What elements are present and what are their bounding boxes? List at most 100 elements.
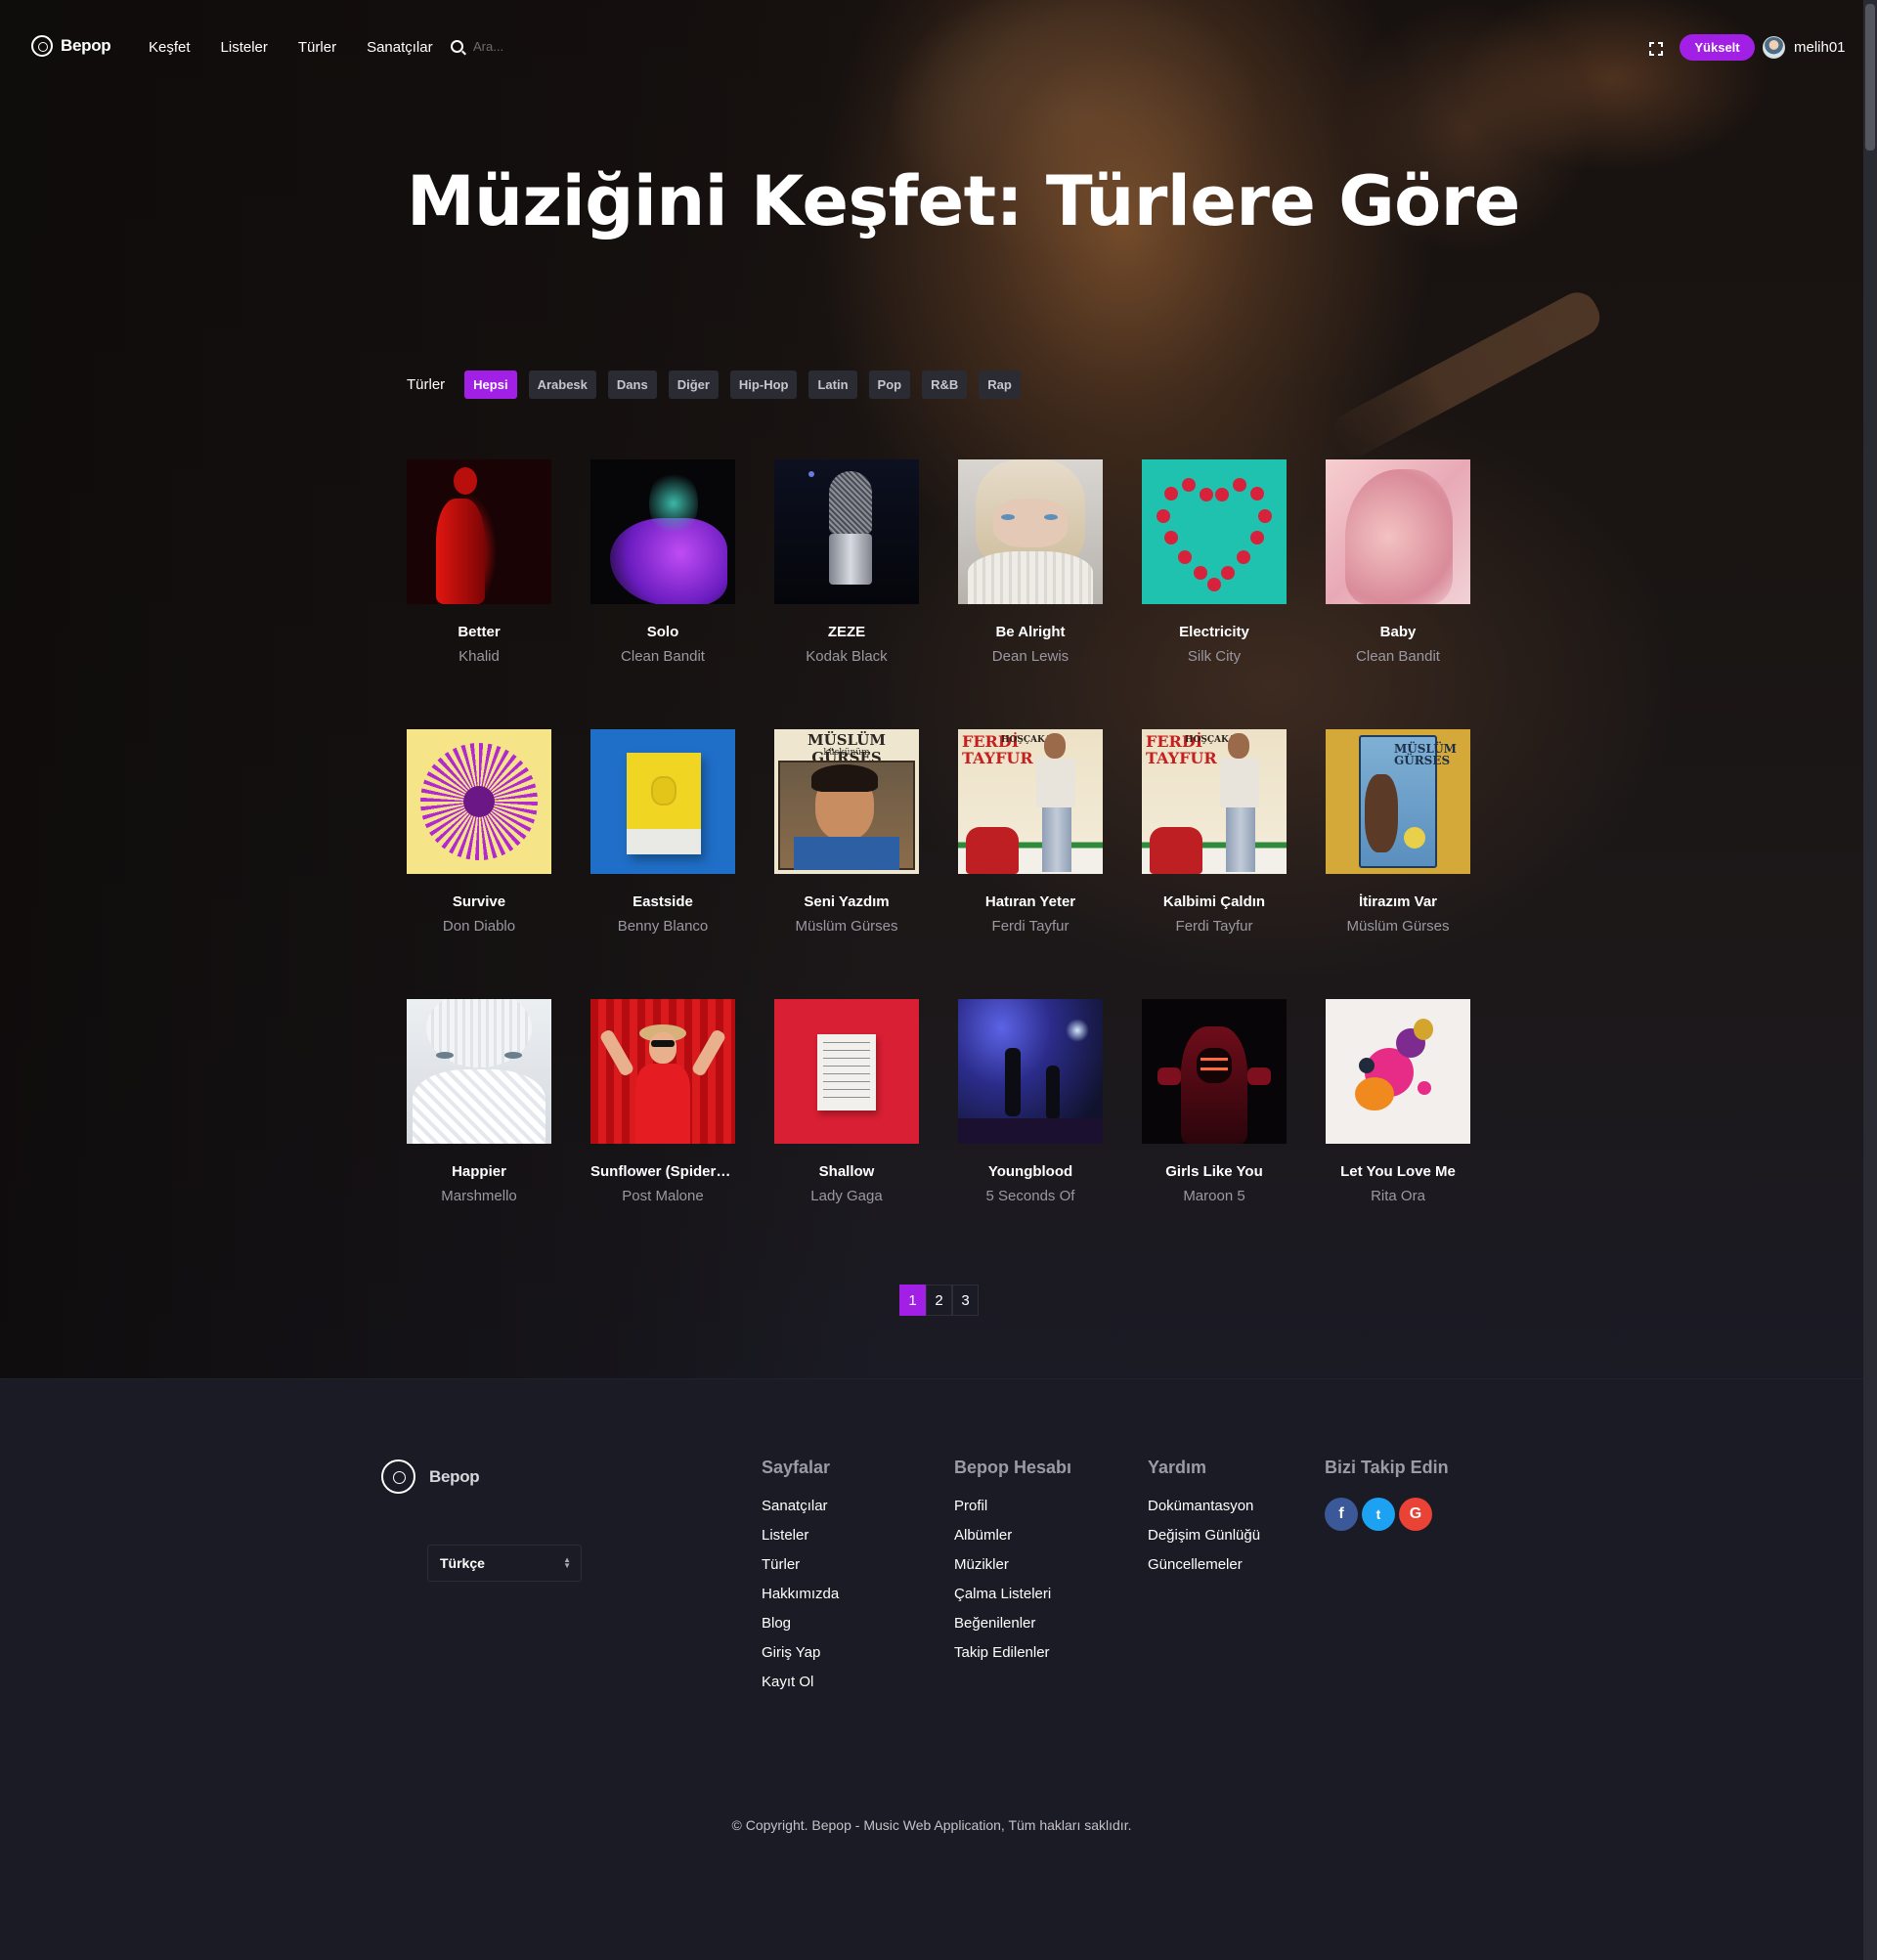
genre-chip-rnb[interactable]: R&B: [922, 370, 968, 399]
upgrade-button[interactable]: Yükselt: [1680, 34, 1755, 61]
logo[interactable]: Bepop: [31, 35, 111, 57]
album-cover-image[interactable]: [1142, 999, 1287, 1144]
song-artist[interactable]: Kodak Black: [774, 648, 919, 665]
album-cover-image[interactable]: [774, 999, 919, 1144]
song-card[interactable]: Solo Clean Bandit: [590, 459, 735, 665]
song-card[interactable]: MÜSLÜM GÜRSES küskünüm Seni Yazdım Müslü…: [774, 729, 919, 935]
genre-chip-pop[interactable]: Pop: [868, 370, 911, 399]
album-cover-image[interactable]: [1326, 459, 1470, 604]
song-card[interactable]: Shallow Lady Gaga: [774, 999, 919, 1204]
song-title[interactable]: Seni Yazdım: [774, 893, 919, 910]
song-artist[interactable]: Benny Blanco: [590, 918, 735, 935]
album-cover-image[interactable]: [407, 729, 551, 874]
song-title[interactable]: Solo: [590, 624, 735, 640]
footer-link-artists[interactable]: Sanatçılar: [762, 1498, 839, 1514]
page-button-3[interactable]: 3: [952, 1285, 979, 1316]
song-artist[interactable]: Khalid: [407, 648, 551, 665]
footer-link-genres[interactable]: Türler: [762, 1556, 839, 1573]
album-cover-image[interactable]: [958, 459, 1103, 604]
song-title[interactable]: Youngblood: [958, 1163, 1103, 1180]
song-title[interactable]: Better: [407, 624, 551, 640]
footer-link-changelog[interactable]: Değişim Günlüğü: [1148, 1527, 1260, 1544]
footer-link-following[interactable]: Takip Edilenler: [954, 1644, 1071, 1661]
genre-chip-all[interactable]: Hepsi: [464, 370, 517, 399]
footer-logo[interactable]: Bepop: [381, 1459, 480, 1494]
nav-link-genres[interactable]: Türler: [298, 39, 336, 56]
album-cover-image[interactable]: [590, 999, 735, 1144]
nav-link-lists[interactable]: Listeler: [221, 39, 268, 56]
footer-link-profile[interactable]: Profil: [954, 1498, 1071, 1514]
song-title[interactable]: Shallow: [774, 1163, 919, 1180]
facebook-icon[interactable]: f: [1325, 1498, 1358, 1531]
genre-chip-diger[interactable]: Diğer: [668, 370, 719, 399]
song-title[interactable]: Sunflower (Spider-Man: Into the Spider-V…: [590, 1163, 735, 1180]
song-card[interactable]: ZEZE Kodak Black: [774, 459, 919, 665]
nav-link-discover[interactable]: Keşfet: [149, 39, 191, 56]
song-title[interactable]: Kalbimi Çaldın: [1142, 893, 1287, 910]
genre-chip-dans[interactable]: Dans: [607, 370, 657, 399]
album-cover-image[interactable]: [958, 999, 1103, 1144]
song-card[interactable]: Youngblood 5 Seconds Of: [958, 999, 1103, 1204]
song-card[interactable]: FERDİ TAYFUR HOŞÇAKAL Kalbimi Çaldın Fer…: [1142, 729, 1287, 935]
song-card[interactable]: Happier Marshmello: [407, 999, 551, 1204]
album-cover-image[interactable]: [407, 459, 551, 604]
song-title[interactable]: Girls Like You: [1142, 1163, 1287, 1180]
song-title[interactable]: Happier: [407, 1163, 551, 1180]
genre-chip-rap[interactable]: Rap: [979, 370, 1021, 399]
language-select[interactable]: Türkçe ▲ ▼: [427, 1545, 582, 1582]
song-card[interactable]: MÜSLÜM GÜRSES İtirazım Var Müslüm Gürses: [1326, 729, 1470, 935]
twitter-icon[interactable]: t: [1362, 1498, 1395, 1531]
song-card[interactable]: Survive Don Diablo: [407, 729, 551, 935]
song-card[interactable]: Better Khalid: [407, 459, 551, 665]
song-title[interactable]: Baby: [1326, 624, 1470, 640]
genre-chip-hiphop[interactable]: Hip-Hop: [729, 370, 798, 399]
song-card[interactable]: Eastside Benny Blanco: [590, 729, 735, 935]
footer-link-login[interactable]: Giriş Yap: [762, 1644, 839, 1661]
album-cover-image[interactable]: [590, 729, 735, 874]
album-cover-image[interactable]: [774, 459, 919, 604]
song-artist[interactable]: Lady Gaga: [774, 1188, 919, 1204]
nav-link-artists[interactable]: Sanatçılar: [367, 39, 433, 56]
album-cover-image[interactable]: FERDİ TAYFUR HOŞÇAKAL: [958, 729, 1103, 874]
album-cover-image[interactable]: [407, 999, 551, 1144]
song-artist[interactable]: Clean Bandit: [1326, 648, 1470, 665]
album-cover-image[interactable]: MÜSLÜM GÜRSES: [1326, 729, 1470, 874]
fullscreen-icon[interactable]: [1649, 42, 1663, 56]
song-artist[interactable]: Clean Bandit: [590, 648, 735, 665]
page-button-1[interactable]: 1: [899, 1285, 926, 1316]
search-input[interactable]: [473, 39, 590, 54]
footer-link-updates[interactable]: Güncellemeler: [1148, 1556, 1260, 1573]
song-artist[interactable]: Rita Ora: [1326, 1188, 1470, 1204]
genre-chip-arabesk[interactable]: Arabesk: [528, 370, 596, 399]
song-title[interactable]: ZEZE: [774, 624, 919, 640]
song-title[interactable]: İtirazım Var: [1326, 893, 1470, 910]
scrollbar[interactable]: [1863, 0, 1877, 1960]
album-cover-image[interactable]: [590, 459, 735, 604]
song-card[interactable]: Let You Love Me Rita Ora: [1326, 999, 1470, 1204]
footer-link-albums[interactable]: Albümler: [954, 1527, 1071, 1544]
song-card[interactable]: FERDİ TAYFUR HOŞÇAKAL Hatıran Yeter Ferd…: [958, 729, 1103, 935]
song-artist[interactable]: 5 Seconds Of: [958, 1188, 1103, 1204]
song-card[interactable]: Girls Like You Maroon 5: [1142, 999, 1287, 1204]
song-title[interactable]: Let You Love Me: [1326, 1163, 1470, 1180]
song-title[interactable]: Electricity: [1142, 624, 1287, 640]
footer-link-register[interactable]: Kayıt Ol: [762, 1674, 839, 1690]
song-card[interactable]: Baby Clean Bandit: [1326, 459, 1470, 665]
album-cover-image[interactable]: MÜSLÜM GÜRSES küskünüm: [774, 729, 919, 874]
song-artist[interactable]: Don Diablo: [407, 918, 551, 935]
search-icon[interactable]: [451, 40, 463, 53]
album-cover-image[interactable]: FERDİ TAYFUR HOŞÇAKAL: [1142, 729, 1287, 874]
song-card[interactable]: Sunflower (Spider-Man: Into the Spider-V…: [590, 999, 735, 1204]
song-title[interactable]: Be Alright: [958, 624, 1103, 640]
google-icon[interactable]: G: [1399, 1498, 1432, 1531]
song-artist[interactable]: Marshmello: [407, 1188, 551, 1204]
song-title[interactable]: Hatıran Yeter: [958, 893, 1103, 910]
song-title[interactable]: Eastside: [590, 893, 735, 910]
song-title[interactable]: Survive: [407, 893, 551, 910]
song-card[interactable]: Be Alright Dean Lewis: [958, 459, 1103, 665]
scrollbar-thumb[interactable]: [1865, 4, 1875, 151]
song-artist[interactable]: Ferdi Tayfur: [1142, 918, 1287, 935]
song-artist[interactable]: Maroon 5: [1142, 1188, 1287, 1204]
footer-link-lists[interactable]: Listeler: [762, 1527, 839, 1544]
page-button-2[interactable]: 2: [926, 1285, 952, 1316]
